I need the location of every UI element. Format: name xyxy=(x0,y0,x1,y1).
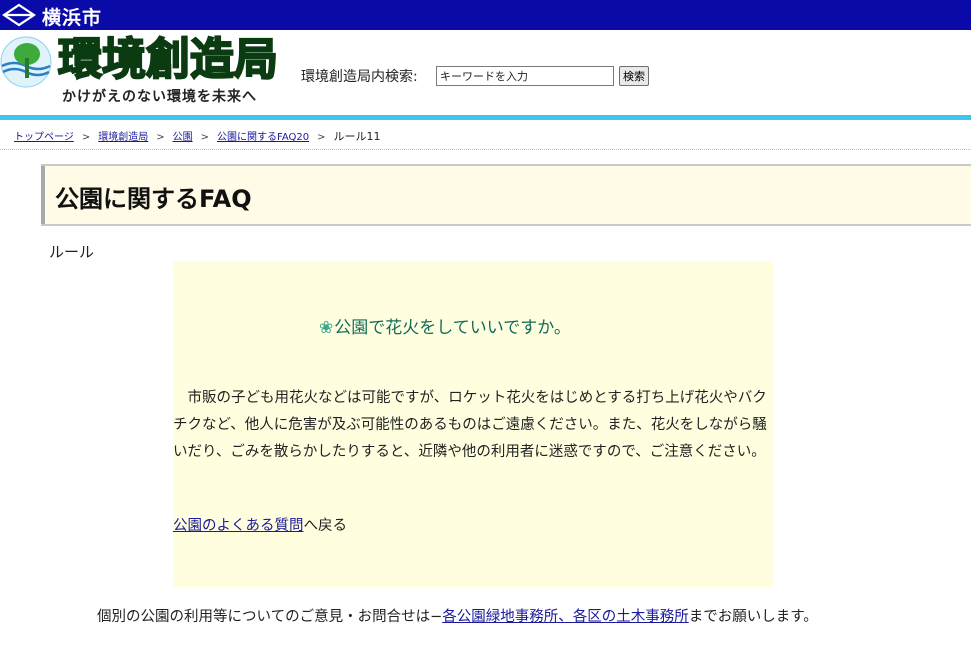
breadcrumb-link-bureau[interactable]: 環境創造局 xyxy=(98,132,148,143)
contact-offices-link[interactable]: 各公園緑地事務所、各区の土木事務所 xyxy=(442,609,689,625)
faq-question-text: 公園で花火をしていいですか。 xyxy=(334,318,571,338)
back-suffix: へ戻る xyxy=(303,518,348,534)
breadcrumb-separator: > xyxy=(156,132,165,143)
breadcrumb-link-top[interactable]: トップページ xyxy=(14,132,74,143)
search-label: 環境創造局内検索: xyxy=(301,69,418,85)
breadcrumb: トップページ > 環境創造局 > 公園 > 公園に関するFAQ20 > ルール11 xyxy=(14,128,380,144)
city-bar: 横浜市 xyxy=(0,0,971,30)
breadcrumb-current: ルール11 xyxy=(333,130,381,143)
faq-panel: ❀公園で花火をしていいですか。 市販の子ども用花火などは可能ですが、ロケット花火… xyxy=(173,261,773,587)
back-to-faq-link[interactable]: 公園のよくある質問 xyxy=(173,518,304,534)
bureau-title[interactable]: 環境創造局 xyxy=(57,32,279,88)
bureau-header: 環境創造局 かけがえのない環境を未来へ 環境創造局内検索: 検索 xyxy=(0,30,971,116)
breadcrumb-separator: > xyxy=(81,132,91,143)
search-input[interactable] xyxy=(436,66,614,86)
contact-prefix: 個別の公園の利用等についてのご意見・お問合せは− xyxy=(97,609,443,625)
back-line: 公園のよくある質問へ戻る xyxy=(173,514,347,535)
city-name[interactable]: 横浜市 xyxy=(42,3,102,30)
title-accent-bar xyxy=(41,166,45,224)
breadcrumb-link-parks[interactable]: 公園 xyxy=(173,132,193,143)
section-label: ルール xyxy=(49,243,95,261)
search-button[interactable]: 検索 xyxy=(619,66,649,86)
contact-suffix: までお願いします。 xyxy=(688,609,818,625)
breadcrumb-separator: > xyxy=(317,132,326,143)
bureau-tagline: かけがえのない環境を未来へ xyxy=(62,89,257,105)
breadcrumb-divider xyxy=(0,149,971,150)
clover-icon: ❀ xyxy=(319,318,334,338)
tree-emblem-icon[interactable] xyxy=(0,36,52,88)
header-divider xyxy=(0,115,971,120)
page-title: 公園に関するFAQ xyxy=(55,185,252,213)
faq-answer: 市販の子ども用花火などは可能ですが、ロケット花火をはじめとする打ち上げ花火やバク… xyxy=(173,385,770,466)
page-title-box: 公園に関するFAQ xyxy=(41,164,971,226)
contact-note: 個別の公園の利用等についてのご意見・お問合せは−各公園緑地事務所、各区の土木事務… xyxy=(97,605,818,626)
breadcrumb-separator: > xyxy=(200,132,209,143)
faq-question: ❀公園で花火をしていいですか。 xyxy=(319,313,571,338)
faq-answer-text: 市販の子ども用花火などは可能ですが、ロケット花火をはじめとする打ち上げ花火やバク… xyxy=(173,390,767,460)
breadcrumb-link-faq[interactable]: 公園に関するFAQ20 xyxy=(217,132,309,143)
yokohama-logo-icon[interactable] xyxy=(2,3,36,27)
